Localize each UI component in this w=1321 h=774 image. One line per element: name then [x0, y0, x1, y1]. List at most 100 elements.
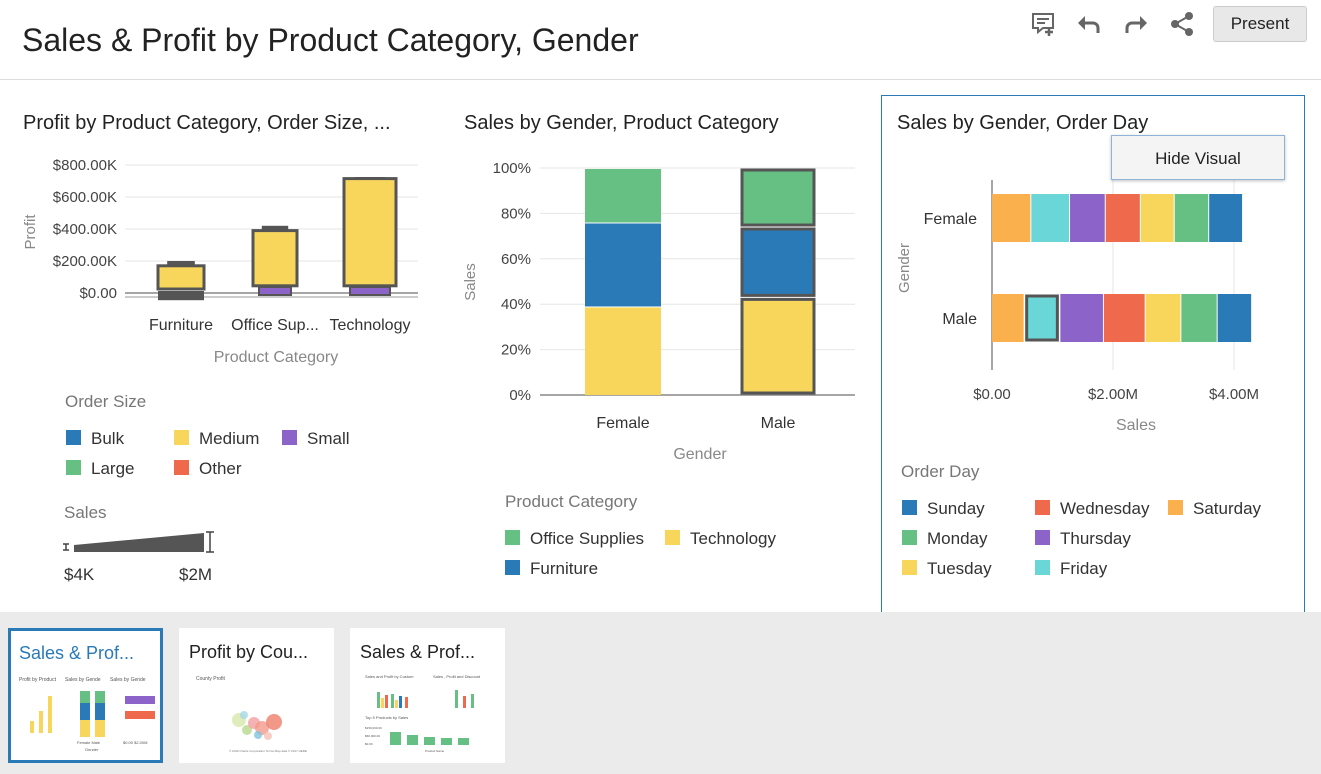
sales-gender-chart-svg[interactable]: 0% 20% 40% 60% 80% 100% Female Male Gender Sales — [455, 150, 875, 470]
legend-swatch — [902, 500, 917, 515]
legend-label: Medium — [199, 429, 260, 448]
legend-label: Other — [199, 459, 242, 478]
legend-item-tuesday[interactable]: Tuesday — [902, 559, 992, 579]
legend-item-monday[interactable]: Monday — [902, 529, 987, 549]
thumb-text: $60,000.00 — [365, 734, 380, 738]
legend-swatch — [505, 530, 520, 545]
thumb-text: Sales by Gende — [110, 677, 146, 683]
bar-medium — [251, 229, 299, 288]
legend-item-sunday[interactable]: Sunday — [902, 499, 985, 519]
legend-item-friday[interactable]: Friday — [1035, 559, 1107, 579]
legend-label: Saturday — [1193, 499, 1262, 518]
bar-segment-sunday — [1209, 194, 1243, 242]
legend-item-wednesday[interactable]: Wednesday — [1035, 499, 1149, 519]
sales-day-chart-svg[interactable]: $0.00 $2.00M $4.00M Female Male Sales Gender — [885, 180, 1303, 440]
x-tick-label: Furniture — [149, 317, 213, 334]
bar-small — [349, 286, 391, 296]
thumb-text: Top 5 Products by Sales — [365, 715, 408, 720]
thumb-preview: County Profit © 2016 Oracle Corporation … — [196, 676, 307, 753]
thumb-text: Profit by Product — [19, 677, 57, 683]
legend-title: Order Day — [901, 462, 980, 481]
bar-small — [158, 291, 204, 301]
legend-item-technology[interactable]: Technology — [665, 529, 776, 549]
x-tick-label: $2.00M — [1088, 386, 1138, 403]
thumb-title: Sales & Prof... — [360, 642, 476, 662]
share-icon[interactable] — [1169, 11, 1195, 37]
bar-segment-furniture — [740, 227, 816, 297]
canvas-thumb-2[interactable]: Profit by Cou... County Profit © 2016 Or… — [179, 628, 334, 763]
bar-segment-saturday — [992, 294, 1024, 342]
thumb-text: Female Male — [77, 740, 101, 745]
canvas-thumb-1[interactable]: Sales & Prof... Profit by Product Sales … — [8, 628, 163, 763]
legend-label: Wednesday — [1060, 499, 1150, 518]
canvas-filmstrip: Sales & Prof... Profit by Product Sales … — [0, 612, 1321, 774]
bar-small — [258, 286, 292, 296]
x-tick-label: $0.00 — [973, 386, 1011, 403]
add-note-icon[interactable] — [1030, 11, 1056, 37]
y-tick-label: Male — [942, 311, 977, 328]
bar-segment-wednesday — [1103, 294, 1145, 342]
bar-segment-saturday — [992, 194, 1031, 242]
legend-title: Product Category — [505, 492, 638, 511]
y-tick-label: $800.00K — [53, 157, 117, 174]
thumb-text: County Profit — [196, 676, 226, 682]
legend-swatch — [174, 460, 189, 475]
profit-chart-svg[interactable]: $0.00 $200.00K $400.00K $600.00K $800.00K Fur… — [0, 140, 430, 375]
size-legend-wedge — [63, 531, 214, 553]
legend-swatch — [66, 460, 81, 475]
legend-item-furniture[interactable]: Furniture — [505, 559, 598, 579]
bar-segment-thursday — [1070, 194, 1105, 242]
legend-swatch — [174, 430, 189, 445]
bar-segment-furniture — [585, 223, 661, 307]
thumb-text: Product Name — [425, 749, 445, 753]
legend-swatch — [902, 560, 917, 575]
thumb-text: Sales and Profit by Custom — [365, 674, 414, 679]
legend-item-other[interactable]: Other — [174, 459, 242, 479]
redo-icon[interactable] — [1123, 11, 1149, 37]
bar-segment-office-supplies — [740, 168, 816, 227]
dashboard-header: Sales & Profit by Product Category, Gend… — [0, 0, 1321, 80]
y-tick-label: $400.00K — [53, 221, 117, 238]
legend-swatch — [665, 530, 680, 545]
viz-title: Profit by Product Category, Order Size, … — [23, 112, 391, 134]
legend-label: Friday — [1060, 559, 1108, 578]
thumb-title: Sales & Prof... — [19, 643, 135, 663]
canvas-thumb-3[interactable]: Sales & Prof... Sales and Profit by Cust… — [350, 628, 505, 763]
thumb-text: Gender — [85, 747, 99, 752]
bar-segment-technology — [585, 307, 661, 395]
legend-label: Large — [91, 459, 135, 478]
y-axis-label: Profit — [22, 214, 39, 250]
legend-item-large[interactable]: Large — [66, 459, 134, 479]
legend-item-thursday[interactable]: Thursday — [1035, 529, 1131, 549]
y-tick-label: 20% — [501, 342, 531, 359]
bar-segment-wednesday — [1105, 194, 1140, 242]
legend-item-office-supplies[interactable]: Office Supplies — [505, 529, 644, 549]
legend-label: Thursday — [1060, 529, 1131, 548]
present-button[interactable]: Present — [1213, 6, 1307, 42]
bar-segment-office-supplies — [585, 169, 661, 223]
bar-medium — [156, 264, 206, 291]
legend-item-saturday[interactable]: Saturday — [1168, 499, 1261, 519]
legend-title: Order Size — [65, 392, 147, 411]
legend-item-bulk[interactable]: Bulk — [66, 429, 124, 449]
legend-swatch — [1168, 500, 1183, 515]
undo-icon[interactable] — [1076, 11, 1102, 37]
y-tick-label: 60% — [501, 251, 531, 268]
thumb-text: © 2016 Oracle Corporation Terms Map data… — [229, 749, 307, 753]
y-tick-label: 0% — [509, 387, 531, 404]
legend-swatch — [66, 430, 81, 445]
legend-swatch — [902, 530, 917, 545]
bar-segment-thursday — [1060, 294, 1103, 342]
hide-visual-menu-item[interactable]: Hide Visual — [1111, 135, 1285, 180]
legend-swatch — [1035, 530, 1050, 545]
thumb-text: $0.00 — [365, 742, 373, 746]
bar-medium — [342, 177, 398, 288]
legend-swatch — [1035, 500, 1050, 515]
thumb-text: $0.00 $2.00M — [123, 740, 147, 745]
y-tick-label: Female — [924, 211, 977, 228]
x-tick-label: Technology — [330, 317, 411, 334]
legend-item-medium[interactable]: Medium — [174, 429, 259, 449]
legend-item-small[interactable]: Small — [282, 429, 350, 449]
thumb-text: $150,000.00 — [365, 726, 382, 730]
legend-swatch — [505, 560, 520, 575]
